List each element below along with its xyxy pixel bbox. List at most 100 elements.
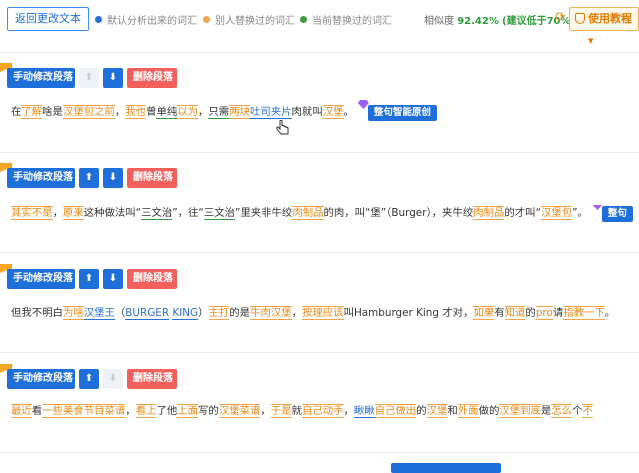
highlighted-word[interactable]: 夹片 (270, 106, 292, 119)
text-segment: ”里夹非牛绞 (234, 207, 293, 219)
manual-edit-button[interactable]: 手动修改段落 (7, 369, 75, 389)
delete-paragraph-button[interactable]: 删除段落 (127, 168, 177, 188)
highlighted-word[interactable]: 最近 (11, 404, 32, 418)
highlighted-word[interactable]: 于是 (270, 404, 292, 418)
highlighted-word[interactable]: 汉堡包 (540, 206, 573, 220)
highlighted-word[interactable]: 上面 (177, 404, 199, 418)
smart-rewrite-button[interactable]: 整句智能原创 (357, 100, 437, 121)
highlighted-word[interactable]: BURGER (125, 307, 170, 320)
text-segment: ， (343, 405, 354, 417)
delete-paragraph-button[interactable]: 删除段落 (127, 369, 177, 389)
legend-others: 别人替换过的词汇 (203, 12, 295, 27)
hand-cursor-icon (276, 120, 289, 135)
highlighted-word[interactable]: 其实 (11, 206, 32, 220)
highlighted-word[interactable]: 牛肉汉堡 (250, 306, 292, 320)
text-segment: 就 (291, 405, 302, 417)
back-to-edit-button[interactable]: 返回更改文本 (7, 7, 89, 31)
highlighted-word[interactable]: 不 (582, 404, 593, 418)
move-down-button[interactable]: ⬇ (103, 369, 123, 389)
highlighted-word[interactable]: 三文治 (141, 207, 173, 220)
highlighted-word[interactable]: 之前 (94, 105, 115, 119)
highlighted-word[interactable]: 不是 (31, 206, 53, 220)
delete-paragraph-button[interactable]: 删除段落 (127, 269, 177, 289)
paragraph-text[interactable]: 最近看一些美食节目菜谱，看上了他上面写的汉堡菜谱，于是就自己动手，瞅瞅自己做出的… (11, 403, 639, 419)
highlighted-word[interactable]: 知道 (504, 306, 526, 320)
highlighted-word[interactable]: 一下 (583, 306, 605, 320)
text-segment: 曾 (146, 106, 157, 118)
move-up-button[interactable]: ⬆ (79, 168, 99, 188)
manual-edit-button[interactable]: 手动修改段落 (7, 68, 75, 88)
move-down-button[interactable]: ⬇ (103, 168, 123, 188)
text-segment: 的才叫“ (504, 207, 541, 219)
move-up-button[interactable]: ⬆ (79, 68, 99, 88)
highlighted-word[interactable]: 了解 (21, 105, 43, 119)
highlighted-word[interactable]: 美食节目 (62, 404, 105, 418)
highlighted-word[interactable]: 吐司 (249, 106, 271, 119)
tutorial-button[interactable]: 使用教程 ▾ (569, 7, 639, 47)
highlighted-word[interactable]: 自己 (374, 404, 396, 418)
highlighted-word[interactable]: 菜谱 (239, 404, 261, 418)
shield-icon (575, 13, 585, 24)
highlighted-word[interactable]: 按理 (302, 306, 323, 320)
highlighted-word[interactable]: 看上 (135, 404, 157, 418)
text-segment: ， (125, 405, 136, 417)
paragraph-toolbar: 手动修改段落 ⬆ ⬇ 删除段落 (7, 269, 177, 289)
highlighted-word[interactable]: 原来 (62, 206, 84, 220)
delete-paragraph-button[interactable]: 删除段落 (127, 68, 177, 88)
text-segment: 这种做法叫“ (83, 207, 142, 219)
highlighted-word[interactable]: 我也 (125, 105, 147, 119)
text-segment: ”，往“ (172, 207, 204, 219)
highlighted-word[interactable]: 汉堡 (218, 404, 240, 418)
move-up-button[interactable]: ⬆ (79, 369, 99, 389)
text-segment: ， (198, 106, 209, 118)
highlighted-word[interactable]: 以为 (177, 105, 199, 119)
highlighted-word[interactable]: 为啥 (62, 306, 84, 320)
highlighted-word[interactable]: 三文治 (203, 207, 235, 220)
highlighted-word[interactable]: 自己 (301, 404, 323, 418)
highlighted-word[interactable]: 汉堡王 (83, 307, 115, 320)
highlighted-word[interactable]: 应该 (322, 306, 344, 320)
move-up-button[interactable]: ⬆ (79, 269, 99, 289)
text-segment: 的 (525, 307, 536, 319)
highlighted-word[interactable]: 瞅瞅 (353, 405, 375, 418)
orange-dot-icon (203, 16, 210, 23)
highlighted-word[interactable]: 汉堡 (499, 404, 521, 418)
highlighted-word[interactable]: KING (172, 307, 199, 320)
highlighted-word[interactable]: 主打 (208, 306, 230, 320)
text-segment: 啥是 (42, 106, 63, 118)
highlighted-word[interactable]: 菜谱 (104, 404, 126, 418)
paragraph-text[interactable]: 但我不明白为啥汉堡王（BURGER KING）主打的是牛肉汉堡，按理应该叫Ham… (11, 305, 615, 321)
highlighted-word[interactable]: 动手 (322, 404, 344, 418)
manual-edit-button[interactable]: 手动修改段落 (7, 168, 75, 188)
highlighted-word[interactable]: 外面 (457, 404, 479, 418)
highlighted-word[interactable]: 怎么 (551, 404, 573, 418)
highlighted-word[interactable]: 如果 (473, 306, 495, 320)
highlighted-word[interactable]: 只需 (208, 106, 230, 119)
highlighted-word[interactable]: 到底 (520, 404, 541, 418)
divider (0, 452, 639, 453)
legend-default: 默认分析出来的词汇 (95, 12, 197, 27)
blue-dot-icon (95, 16, 102, 23)
smart-rewrite-button[interactable]: 整句 (591, 205, 633, 222)
highlighted-word[interactable]: 指教 (563, 306, 584, 320)
move-down-button[interactable]: ⬇ (103, 68, 123, 88)
highlighted-word[interactable]: 汉堡 (322, 105, 344, 119)
paragraph-text[interactable]: 在了解啥是汉堡包之前，我也曾单纯以为，只需两块吐司夹片肉就叫汉堡。 整句智能原创 (11, 100, 437, 121)
manual-edit-button[interactable]: 手动修改段落 (7, 269, 75, 289)
highlighted-word[interactable]: 两块 (229, 105, 250, 119)
highlighted-word[interactable]: 肉制品 (292, 206, 324, 220)
highlighted-word[interactable]: pro (535, 306, 553, 320)
highlighted-word[interactable]: 一些 (42, 404, 63, 418)
text-segment: 和 (447, 405, 458, 417)
move-down-button[interactable]: ⬇ (103, 269, 123, 289)
paragraph-text[interactable]: 其实不是，原来这种做法叫“三文治”，往“三文治”里夹非牛绞肉制品的肉，叫“堡”（… (11, 205, 633, 222)
highlighted-word[interactable]: 单纯 (156, 106, 178, 119)
refresh-icon[interactable]: ⟳ (555, 10, 566, 25)
highlighted-word[interactable]: 汉堡包 (62, 105, 95, 119)
highlighted-word[interactable]: 做出 (395, 404, 417, 418)
paragraph-toolbar: 手动修改段落 ⬆ ⬇ 删除段落 (7, 369, 177, 389)
submit-button[interactable] (391, 463, 501, 473)
highlighted-word[interactable]: 肉制品 (473, 206, 505, 220)
text-segment: 在 (11, 106, 22, 118)
highlighted-word[interactable]: 汉堡 (426, 404, 448, 418)
